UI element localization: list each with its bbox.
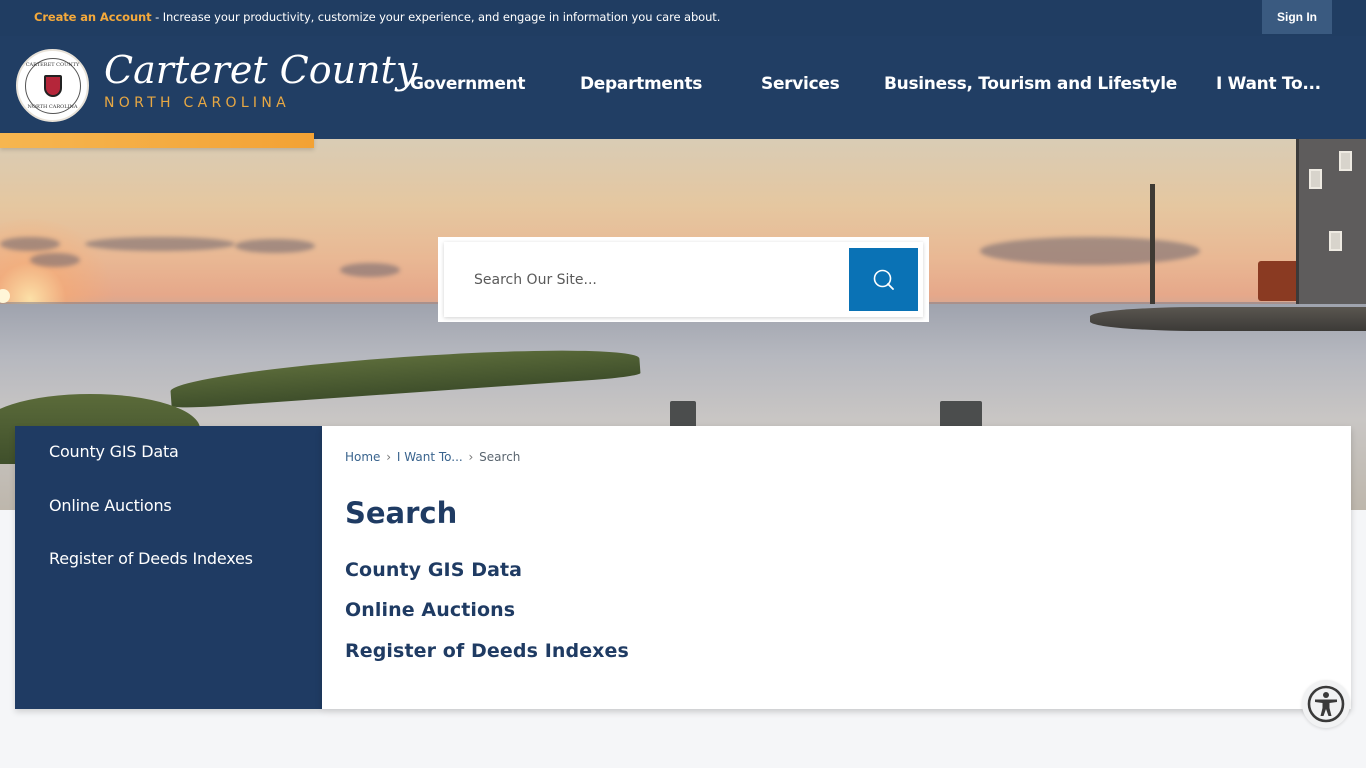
main-content: Home › I Want To... › Search Search Coun… [322, 426, 1351, 709]
county-seal-logo[interactable]: CARTERET COUNTY NORTH CAROLINA [16, 49, 89, 122]
house-window [1309, 169, 1322, 189]
accessibility-icon [1307, 685, 1345, 723]
utility-pole [1150, 184, 1155, 304]
sidebar-nav: County GIS Data Online Auctions Register… [15, 426, 322, 709]
cloud [340, 263, 400, 277]
site-logo-title[interactable]: Carteret County [104, 48, 417, 92]
cloud [30, 253, 80, 267]
create-account-link[interactable]: Create an Account [34, 10, 152, 24]
search-box [444, 242, 923, 317]
cloud [85, 237, 235, 251]
nav-services[interactable]: Services [761, 74, 840, 94]
house-window [1339, 151, 1352, 171]
seal-shield-icon [43, 74, 62, 97]
orange-accent-bar [0, 133, 314, 148]
search-button[interactable] [849, 248, 918, 311]
sidebar-item-online-auctions[interactable]: Online Auctions [49, 496, 172, 515]
breadcrumb-home[interactable]: Home [345, 450, 380, 464]
page-title: Search [345, 496, 458, 530]
search-icon [873, 269, 894, 290]
breadcrumb-current: Search [479, 450, 521, 464]
house-window [1329, 231, 1342, 251]
cloud [0, 237, 60, 251]
search-input[interactable] [444, 242, 849, 317]
result-link-county-gis-data[interactable]: County GIS Data [345, 559, 522, 581]
nav-business-tourism-lifestyle[interactable]: Business, Tourism and Lifestyle [884, 74, 1177, 94]
site-search [438, 237, 929, 322]
seal-text-bottom: NORTH CAROLINA [27, 103, 78, 110]
seal-ring: CARTERET COUNTY NORTH CAROLINA [24, 57, 81, 114]
result-link-online-auctions[interactable]: Online Auctions [345, 599, 515, 621]
sidebar-item-register-of-deeds-indexes[interactable]: Register of Deeds Indexes [49, 549, 253, 568]
nav-government[interactable]: Government [410, 74, 526, 94]
accessibility-button[interactable] [1302, 680, 1350, 728]
cloud [235, 239, 315, 253]
top-bar: Create an Account - Increase your produc… [0, 0, 1366, 36]
site-logo-subtitle: NORTH CAROLINA [104, 95, 291, 111]
seal-text-top: CARTERET COUNTY [25, 61, 80, 68]
jetty [1090, 307, 1366, 331]
house [1296, 139, 1366, 304]
nav-i-want-to[interactable]: I Want To... [1216, 74, 1321, 94]
account-promo: Create an Account - Increase your produc… [34, 10, 720, 24]
result-link-register-of-deeds-indexes[interactable]: Register of Deeds Indexes [345, 640, 629, 662]
breadcrumb-separator: › [386, 450, 392, 464]
sign-in-button[interactable]: Sign In [1262, 0, 1332, 34]
cloud [980, 237, 1200, 265]
sidebar-item-county-gis-data[interactable]: County GIS Data [49, 442, 179, 461]
breadcrumb: Home › I Want To... › Search [345, 450, 520, 464]
nav-departments[interactable]: Departments [580, 74, 702, 94]
breadcrumb-i-want-to[interactable]: I Want To... [397, 450, 463, 464]
breadcrumb-separator: › [468, 450, 474, 464]
account-promo-text: - Increase your productivity, customize … [151, 10, 721, 24]
